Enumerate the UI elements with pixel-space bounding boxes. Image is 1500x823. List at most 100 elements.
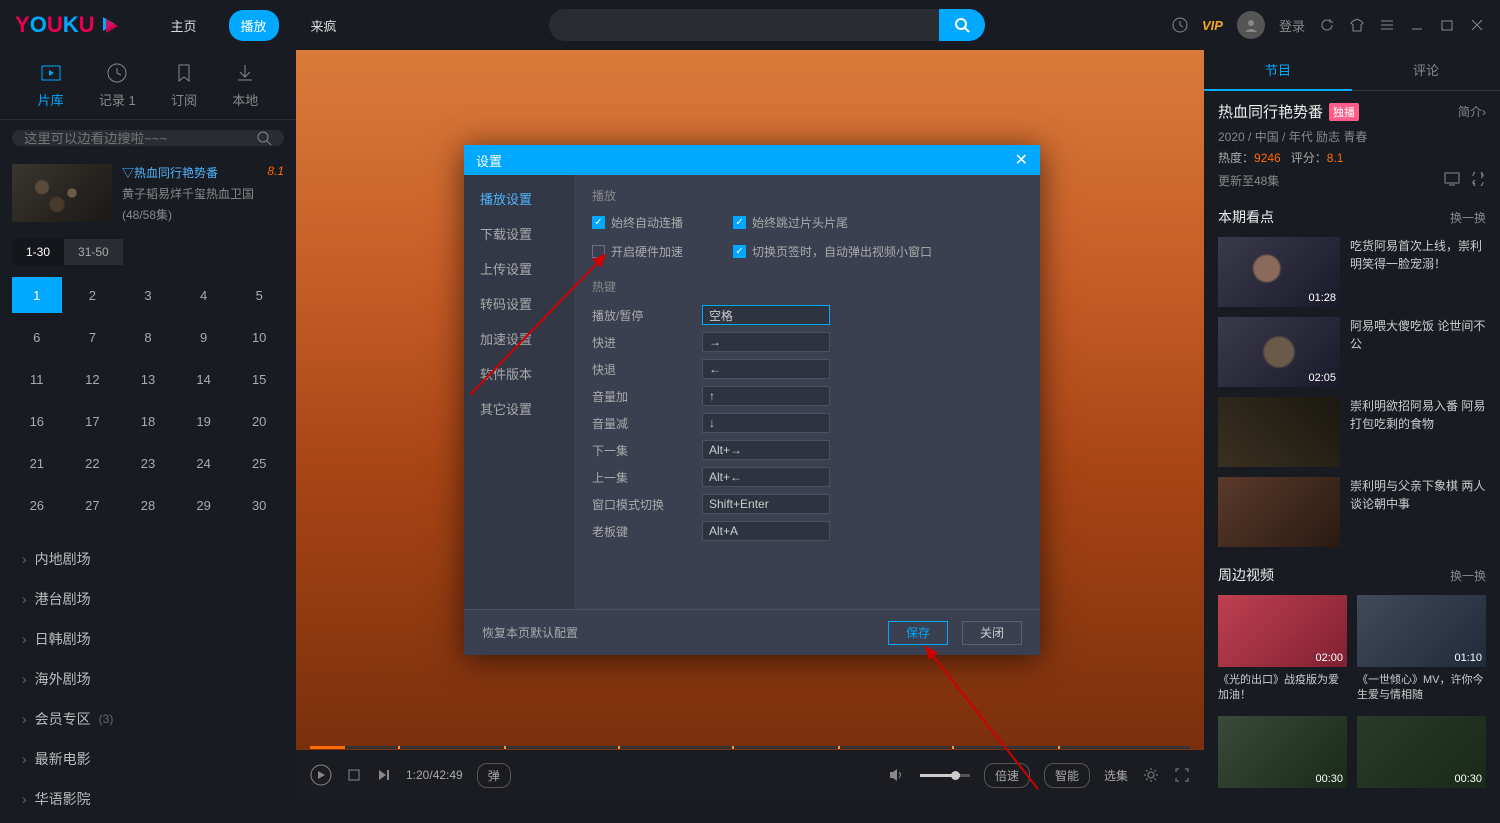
- category-item[interactable]: 内地剧场: [0, 539, 296, 579]
- dialog-titlebar[interactable]: 设置 ✕: [464, 145, 1040, 175]
- tab-history[interactable]: 记录 1: [99, 62, 136, 109]
- close-icon[interactable]: ✕: [1015, 150, 1028, 170]
- skin-icon[interactable]: [1349, 17, 1365, 33]
- category-item[interactable]: 华语影院: [0, 779, 296, 819]
- dialog-side-item[interactable]: 其它设置: [464, 391, 574, 426]
- episode-cell[interactable]: 4: [179, 277, 229, 313]
- episode-cell[interactable]: 24: [179, 445, 229, 481]
- search-input[interactable]: [549, 9, 939, 41]
- hotkey-input[interactable]: [702, 332, 830, 352]
- episode-cell[interactable]: 9: [179, 319, 229, 355]
- episode-cell[interactable]: 11: [12, 361, 62, 397]
- hotkey-input[interactable]: [702, 359, 830, 379]
- stop-button[interactable]: [346, 767, 362, 783]
- danmu-toggle[interactable]: 弹: [477, 763, 511, 788]
- dialog-side-item[interactable]: 播放设置: [464, 181, 574, 216]
- maximize-icon[interactable]: [1439, 17, 1455, 33]
- category-item[interactable]: 日韩剧场: [0, 619, 296, 659]
- episode-cell[interactable]: 13: [123, 361, 173, 397]
- hotkey-input[interactable]: [702, 305, 830, 325]
- around-item[interactable]: 01:10 《一世倾心》MV，许你今生爱与情相随: [1357, 595, 1486, 704]
- tab-library[interactable]: 片库: [38, 62, 64, 109]
- reset-link[interactable]: 恢复本页默认配置: [482, 624, 578, 641]
- dialog-side-item[interactable]: 软件版本: [464, 356, 574, 391]
- close-window-icon[interactable]: [1469, 17, 1485, 33]
- episode-cell[interactable]: 17: [68, 403, 118, 439]
- dialog-side-item[interactable]: 下载设置: [464, 216, 574, 251]
- login-link[interactable]: 登录: [1279, 16, 1305, 35]
- clip-item[interactable]: 02:08崇利明与父亲下象棋 两人谈论朝中事: [1218, 477, 1486, 547]
- episodes-button[interactable]: 选集: [1104, 767, 1128, 784]
- close-button[interactable]: 关闭: [962, 621, 1022, 645]
- speed-button[interactable]: 倍速: [984, 763, 1030, 788]
- save-button[interactable]: 保存: [888, 621, 948, 645]
- minimize-icon[interactable]: [1409, 17, 1425, 33]
- around-item[interactable]: 00:30: [1357, 716, 1486, 788]
- hotkey-input[interactable]: [702, 521, 830, 541]
- clip-item[interactable]: 01:28吃货阿易首次上线，崇利明笑得一脸宠溺！: [1218, 237, 1486, 307]
- refresh-icon[interactable]: [1319, 17, 1335, 33]
- play-button[interactable]: [310, 764, 332, 786]
- episode-cell[interactable]: 6: [12, 319, 62, 355]
- episode-cell[interactable]: 8: [123, 319, 173, 355]
- episode-cell[interactable]: 26: [12, 487, 62, 523]
- around-item[interactable]: 02:00 《光的出口》战疫版为爱加油！: [1218, 595, 1347, 704]
- brand-logo[interactable]: YOUKU: [15, 12, 118, 38]
- menu-icon[interactable]: [1379, 17, 1395, 33]
- episode-cell[interactable]: 18: [123, 403, 173, 439]
- clip-item[interactable]: 01:44崇利明欲招阿易入番 阿易打包吃剩的食物: [1218, 397, 1486, 467]
- vip-link[interactable]: VIP: [1202, 18, 1223, 33]
- hotkey-input[interactable]: [702, 440, 830, 460]
- dialog-side-item[interactable]: 加速设置: [464, 321, 574, 356]
- episode-cell[interactable]: 16: [12, 403, 62, 439]
- volume-slider[interactable]: [920, 774, 970, 777]
- episode-cell[interactable]: 5: [234, 277, 284, 313]
- episode-cell[interactable]: 14: [179, 361, 229, 397]
- episode-cell[interactable]: 1: [12, 277, 62, 313]
- history-icon[interactable]: [1172, 17, 1188, 33]
- dialog-side-item[interactable]: 转码设置: [464, 286, 574, 321]
- chk-popout[interactable]: 切换页签时，自动弹出视频小窗口: [733, 243, 932, 260]
- monitor-icon[interactable]: [1444, 172, 1460, 189]
- chk-hw-accel[interactable]: 开启硬件加速: [592, 243, 683, 260]
- nav-play[interactable]: 播放: [229, 10, 279, 41]
- sync-icon[interactable]: [1470, 172, 1486, 189]
- progress-bar[interactable]: [310, 746, 1190, 749]
- dialog-side-item[interactable]: 上传设置: [464, 251, 574, 286]
- category-item[interactable]: 港台剧场: [0, 579, 296, 619]
- episode-cell[interactable]: 21: [12, 445, 62, 481]
- media-card[interactable]: ▽热血同行艳势番8.1 黄子韬易烊千玺热血卫国 (48/58集): [0, 156, 296, 231]
- episode-cell[interactable]: 10: [234, 319, 284, 355]
- nav-laifeng[interactable]: 来疯: [299, 10, 349, 41]
- episode-cell[interactable]: 7: [68, 319, 118, 355]
- nav-home[interactable]: 主页: [158, 10, 208, 41]
- volume-icon[interactable]: [888, 766, 906, 784]
- category-item[interactable]: 海外剧场: [0, 659, 296, 699]
- chk-autoplay[interactable]: 始终自动连播: [592, 214, 683, 231]
- episode-cell[interactable]: 12: [68, 361, 118, 397]
- fullscreen-icon[interactable]: [1174, 767, 1190, 783]
- episode-cell[interactable]: 15: [234, 361, 284, 397]
- settings-icon[interactable]: [1142, 766, 1160, 784]
- tab-subscribe[interactable]: 订阅: [171, 62, 197, 109]
- episode-cell[interactable]: 22: [68, 445, 118, 481]
- episode-cell[interactable]: 2: [68, 277, 118, 313]
- ep-range-1[interactable]: 1-30: [12, 239, 64, 265]
- search-button[interactable]: [939, 9, 985, 41]
- hotkey-input[interactable]: [702, 494, 830, 514]
- category-item[interactable]: 会员专区 (3): [0, 699, 296, 739]
- episode-cell[interactable]: 29: [179, 487, 229, 523]
- tab-local[interactable]: 本地: [232, 62, 258, 109]
- hotkey-input[interactable]: [702, 386, 830, 406]
- episode-cell[interactable]: 28: [123, 487, 173, 523]
- episode-cell[interactable]: 27: [68, 487, 118, 523]
- ep-range-2[interactable]: 31-50: [64, 239, 123, 265]
- tab-comments[interactable]: 评论: [1352, 50, 1500, 91]
- swap-button[interactable]: 换一换: [1450, 209, 1486, 226]
- next-button[interactable]: [376, 767, 392, 783]
- episode-cell[interactable]: 25: [234, 445, 284, 481]
- category-item[interactable]: 最新电影: [0, 739, 296, 779]
- sidebar-search-input[interactable]: [24, 131, 256, 146]
- episode-cell[interactable]: 19: [179, 403, 229, 439]
- episode-cell[interactable]: 30: [234, 487, 284, 523]
